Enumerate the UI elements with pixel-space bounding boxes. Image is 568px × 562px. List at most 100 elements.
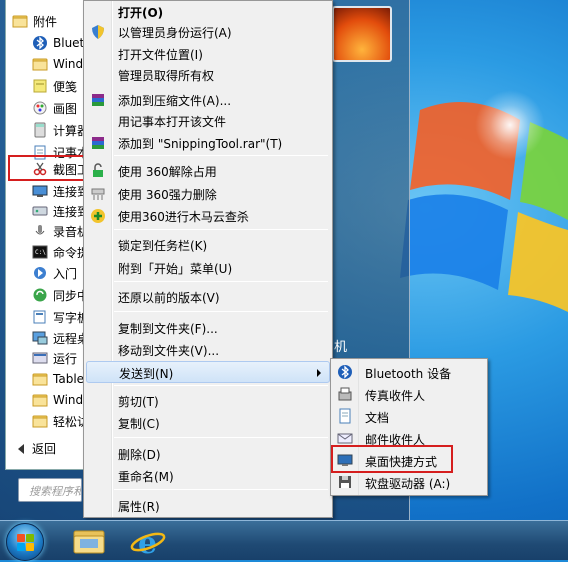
menu-separator [114, 229, 328, 230]
menu-item[interactable]: 剪切(T) [86, 390, 330, 412]
uac-shield-icon [90, 24, 106, 40]
program-item[interactable]: 画图 [6, 97, 91, 119]
menu-item-label: 还原以前的版本(V) [118, 291, 220, 305]
back-button[interactable]: 返回 [18, 440, 56, 457]
program-item[interactable]: 便笺 [6, 75, 91, 97]
light-flare [475, 90, 545, 160]
menu-item-label: 添加到压缩文件(A)... [118, 94, 232, 108]
floppy-icon [337, 474, 353, 490]
user-picture[interactable] [332, 6, 392, 62]
menu-separator [114, 489, 328, 490]
menu-item[interactable]: 管理员取得所有权 [86, 64, 330, 86]
menu-item[interactable]: 使用 360解除占用 [86, 160, 330, 182]
network-icon [32, 203, 48, 219]
cmd-icon: C:\ [32, 244, 48, 260]
menu-item-label: 使用360进行木马云查杀 [118, 210, 249, 224]
menu-item-label: 重命名(M) [118, 470, 174, 484]
context-menu: 打开(O) 以管理员身份运行(A) 打开文件位置(I) 管理员取得所有权添加到压缩文件… [83, 0, 333, 518]
menu-item[interactable]: 还原以前的版本(V) [86, 286, 330, 308]
menu-item-label: 用记事本打开该文件 [118, 115, 227, 129]
annotation-box-desktop-shortcut [331, 445, 453, 473]
program-item[interactable]: 写字板 [6, 306, 91, 328]
menu-item-label: 复制到文件夹(F)... [118, 322, 218, 336]
menu-item[interactable]: 附到「开始」菜单(U) [86, 257, 330, 279]
svg-text:C:\: C:\ [35, 249, 46, 256]
menu-item[interactable]: 使用360进行木马云查杀 [86, 205, 330, 227]
program-item[interactable]: C:\命令提示符 [6, 241, 91, 263]
send-to-item[interactable]: 传真收件人 [333, 383, 485, 405]
program-item[interactable]: Bluetooth [6, 32, 91, 54]
bluetooth-icon [337, 364, 353, 380]
winrar-icon [90, 92, 106, 108]
program-label: 便笺 [53, 79, 78, 94]
menu-item[interactable]: 用记事本打开该文件 [86, 110, 330, 132]
program-item[interactable]: Tablet PC [6, 368, 91, 390]
menu-item-label: 复制(C) [118, 417, 160, 431]
program-item[interactable]: 附件 [6, 10, 91, 32]
program-label: 入门 [53, 266, 78, 281]
menu-item-label: 管理员取得所有权 [118, 69, 215, 83]
send-to-item[interactable]: 软盘驱动器 (A:) [333, 471, 485, 493]
program-item[interactable]: 运行 [6, 347, 91, 369]
ie-icon: e [130, 526, 166, 561]
menu-item[interactable]: 重命名(M) [86, 465, 330, 487]
taskbar: e [0, 520, 568, 561]
program-item[interactable]: 同步中心 [6, 284, 91, 306]
menu-item[interactable]: 使用 360强力删除 [86, 183, 330, 205]
send-to-item[interactable]: 文档 [333, 405, 485, 427]
sticky-notes-icon [32, 78, 48, 94]
program-item[interactable]: 计算器 [6, 119, 91, 141]
program-item[interactable]: 连接到网络 [6, 200, 91, 222]
sync-icon [32, 287, 48, 303]
menu-item-label: 附到「开始」菜单(U) [118, 262, 233, 276]
explorer-button[interactable] [66, 525, 114, 559]
menu-item-label: 使用 360解除占用 [118, 165, 217, 179]
program-item[interactable]: Windows [6, 53, 91, 75]
menu-item-label: 以管理员身份运行(A) [118, 26, 232, 40]
folder-icon [12, 13, 28, 29]
search-input[interactable]: 搜索程序和文件 [18, 478, 82, 502]
menu-item[interactable]: 复制(C) [86, 412, 330, 434]
program-item[interactable]: 录音机 [6, 220, 91, 242]
menu-item-label: 属性(R) [118, 500, 160, 514]
menu-item-label: 锁定到任务栏(K) [118, 239, 208, 253]
remote-desktop-icon [32, 330, 48, 346]
menu-item-label: 打开文件位置(I) [118, 48, 203, 62]
menu-separator [114, 385, 328, 386]
send-to-label: 传真收件人 [365, 389, 426, 403]
annotation-box-snipping-tool [8, 155, 90, 181]
menu-item[interactable]: 属性(R) [86, 495, 330, 517]
menu-item[interactable]: 锁定到任务栏(K) [86, 234, 330, 256]
documents-icon [337, 408, 353, 424]
program-item[interactable]: 轻松访问 [6, 410, 91, 432]
menu-separator [114, 281, 328, 282]
program-item[interactable]: Windows [6, 389, 91, 411]
menu-item[interactable]: 添加到 "SnippingTool.rar"(T) [86, 132, 330, 154]
folder-icon [32, 371, 48, 387]
menu-item[interactable]: 复制到文件夹(F)... [86, 317, 330, 339]
menu-item-send-to[interactable]: 发送到(N) [86, 361, 330, 383]
program-label: 运行 [53, 351, 78, 366]
menu-item[interactable]: 移动到文件夹(V)... [86, 339, 330, 361]
360-scan-icon [90, 208, 106, 224]
menu-separator [114, 311, 328, 312]
folder-icon [32, 413, 48, 429]
bluetooth-icon [32, 35, 48, 51]
menu-item[interactable]: 添加到压缩文件(A)... [86, 89, 330, 111]
menu-item[interactable]: 打开(O) [86, 1, 330, 23]
mail-icon [337, 430, 353, 446]
program-item[interactable]: 连接到投影仪 [6, 180, 91, 202]
run-icon [32, 350, 48, 366]
menu-item[interactable]: 打开文件位置(I) [86, 43, 330, 65]
computer-label[interactable]: 机 [334, 336, 347, 355]
internet-explorer-button[interactable]: e [124, 525, 172, 561]
program-item[interactable]: 远程桌面连接 [6, 327, 91, 349]
folder-icon [32, 56, 48, 72]
send-to-item[interactable]: Bluetooth 设备 [333, 361, 485, 383]
windows-logo-icon [17, 534, 35, 552]
menu-item[interactable]: 删除(D) [86, 443, 330, 465]
start-button[interactable] [6, 523, 44, 561]
windows-logo-wallpaper [400, 102, 568, 312]
menu-item[interactable]: 以管理员身份运行(A) [86, 21, 330, 43]
program-item[interactable]: 入门 [6, 262, 91, 284]
